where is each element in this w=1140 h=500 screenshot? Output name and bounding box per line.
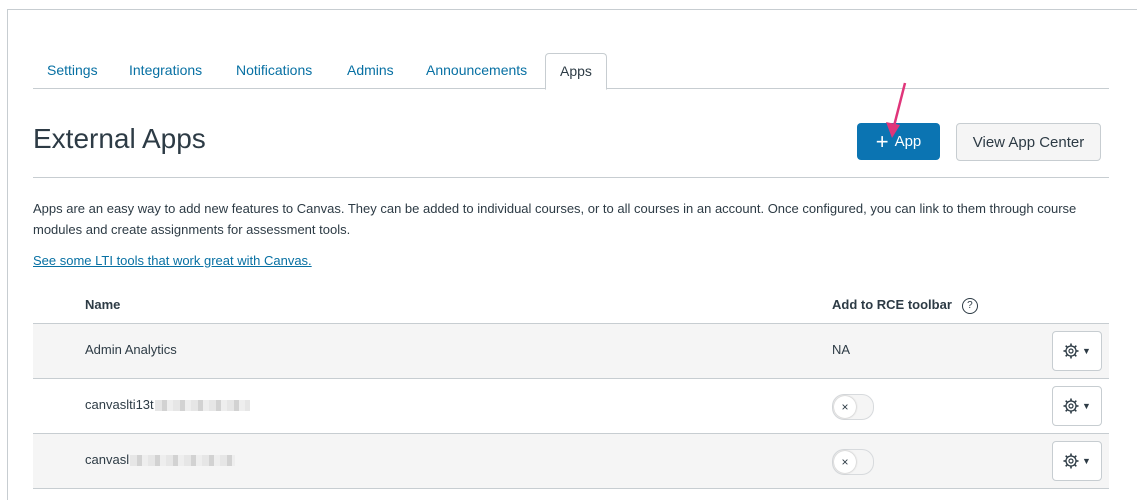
add-app-button[interactable]: + App — [857, 123, 940, 160]
tab-settings[interactable]: Settings — [47, 53, 98, 87]
tab-notifications[interactable]: Notifications — [236, 53, 312, 87]
table-row: canvasl × ▼ — [33, 434, 1109, 489]
x-icon: × — [834, 396, 856, 418]
column-header-name: Name — [85, 297, 121, 312]
app-settings-menu-button[interactable]: ▼ — [1052, 386, 1102, 426]
rce-toggle[interactable]: × — [832, 449, 874, 475]
plus-icon: + — [875, 128, 889, 154]
tab-admins[interactable]: Admins — [347, 53, 394, 87]
caret-down-icon: ▼ — [1082, 401, 1091, 411]
app-name-text: canvasl — [85, 452, 130, 467]
caret-down-icon: ▼ — [1082, 346, 1091, 356]
redacted-text — [154, 400, 250, 412]
gear-icon — [1063, 343, 1079, 359]
page-title: External Apps — [33, 123, 206, 154]
apps-table-header: Name Add to RCE toolbar? — [33, 288, 1109, 324]
gear-icon — [1063, 398, 1079, 414]
table-row: canvaslti13t × ▼ — [33, 379, 1109, 434]
add-app-label: App — [894, 133, 922, 150]
app-settings-menu-button[interactable]: ▼ — [1052, 331, 1102, 371]
column-header-rce-label: Add to RCE toolbar — [832, 297, 952, 312]
table-row: Admin Analytics NA ▼ — [33, 324, 1109, 379]
rce-toggle[interactable]: × — [832, 394, 874, 420]
apps-description: Apps are an easy way to add new features… — [33, 201, 1077, 237]
tab-apps[interactable]: Apps — [545, 53, 607, 90]
x-icon: × — [834, 451, 856, 473]
tab-integrations[interactable]: Integrations — [129, 53, 202, 87]
app-settings-menu-button[interactable]: ▼ — [1052, 441, 1102, 481]
header-divider — [33, 177, 1109, 178]
help-icon[interactable]: ? — [961, 297, 978, 314]
redacted-text — [130, 455, 236, 467]
tab-announcements[interactable]: Announcements — [426, 53, 527, 87]
gear-icon — [1063, 453, 1079, 469]
app-name: Admin Analytics — [85, 342, 177, 357]
rce-status: NA — [832, 342, 851, 357]
app-name-text: canvaslti13t — [85, 397, 154, 412]
app-name: canvasl — [85, 452, 236, 467]
app-name: canvaslti13t — [85, 397, 250, 412]
view-app-center-button[interactable]: View App Center — [956, 123, 1101, 161]
lti-tools-link[interactable]: See some LTI tools that work great with … — [33, 253, 312, 268]
caret-down-icon: ▼ — [1082, 456, 1091, 466]
tab-bar: Settings Integrations Notifications Admi… — [33, 53, 1109, 90]
column-header-rce: Add to RCE toolbar? — [832, 297, 978, 314]
